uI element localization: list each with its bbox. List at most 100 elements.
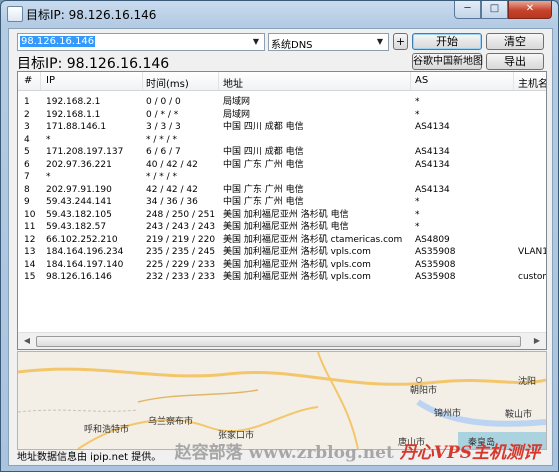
- scroll-left-icon[interactable]: ◀: [19, 334, 35, 348]
- horizontal-scrollbar[interactable]: ◀ ▶: [18, 332, 546, 349]
- map-label-wulanchabu: 乌兰察布市: [148, 417, 194, 427]
- table-row[interactable]: 10 59.43.182.105 248 / 250 / 251 美国 加利福尼亚州 …: [18, 209, 546, 221]
- cell-location: 美国 加利福尼亚州 洛杉矶 vpls.com: [223, 259, 371, 270]
- column-number[interactable]: #: [24, 75, 32, 86]
- ip-dropdown-icon[interactable]: ▼: [249, 35, 263, 49]
- table-row[interactable]: 8 202.97.91.190 42 / 42 / 42 中国 广东 广州 电信 AS4…: [18, 184, 546, 196]
- cell-number: 5: [24, 147, 30, 157]
- cell-hostname: VLAN10: [518, 247, 546, 257]
- cell-ip: 98.126.16.146: [46, 272, 112, 282]
- cell-location: 局域网: [223, 109, 251, 120]
- cell-location: 美国 加利福尼亚州 洛杉矶 vpls.com: [223, 247, 371, 257]
- scroll-thumb[interactable]: [36, 336, 521, 347]
- google-map-button[interactable]: 谷歌中国新地图: [412, 53, 483, 70]
- trace-results-table[interactable]: # IP 时间(ms) 地址 AS 主机名 1 192.168.2.1 0 / 0 …: [17, 71, 547, 350]
- map-label-jinzhou: 锦州市: [434, 409, 462, 419]
- map-label-chaoyang: 朝阳市: [410, 386, 438, 396]
- cell-ip: 184.164.196.234: [46, 247, 124, 257]
- start-button[interactable]: 开始: [412, 33, 482, 50]
- table-header: # IP 时间(ms) 地址 AS 主机名: [18, 72, 546, 91]
- table-row[interactable]: 5 171.208.197.137 6 / 6 / 7 中国 四川 成都 电信 AS41…: [18, 146, 546, 158]
- app-icon: [7, 6, 23, 22]
- clear-button[interactable]: 清空: [486, 33, 544, 50]
- column-hostname[interactable]: 主机名: [518, 75, 546, 90]
- map-label-shenyang: 沈阳: [518, 377, 537, 387]
- table-row[interactable]: 14 184.164.197.140 225 / 229 / 233 美国 加利福尼亚…: [18, 259, 546, 271]
- cell-location: 局域网: [223, 97, 251, 107]
- cell-number: 3: [24, 122, 30, 132]
- cell-as: *: [415, 197, 420, 207]
- cell-location: 美国 加利福尼亚州 洛杉矶 电信: [223, 209, 349, 220]
- table-row[interactable]: 6 202.97.36.221 40 / 42 / 42 中国 广东 广州 电信 AS4…: [18, 159, 546, 171]
- watermark-part-b: 丹心VPS主机测评: [399, 443, 540, 463]
- table-row[interactable]: 11 59.43.182.57 243 / 243 / 243 美国 加利福尼亚州 洛…: [18, 221, 546, 233]
- dns-dropdown-icon[interactable]: ▼: [373, 35, 387, 49]
- cell-number: 6: [24, 159, 30, 170]
- table-row[interactable]: 13 184.164.196.234 235 / 235 / 245 美国 加利福尼亚…: [18, 246, 546, 258]
- cell-hostname: custome: [518, 272, 546, 282]
- export-button[interactable]: 导出: [486, 53, 544, 70]
- cell-as: *: [415, 109, 420, 120]
- cell-as: AS4134: [415, 122, 450, 132]
- status-bar-text: 地址数据信息由 ipip.net 提供。: [17, 452, 162, 463]
- column-ip[interactable]: IP: [46, 75, 55, 86]
- cell-ip: 171.88.146.1: [46, 122, 107, 132]
- cell-time: 235 / 235 / 245: [146, 247, 216, 257]
- cell-time: 232 / 233 / 233: [146, 272, 216, 282]
- cell-location: 美国 加利福尼亚州 洛杉矶 ctamericas.com: [223, 234, 403, 245]
- cell-location: 美国 加利福尼亚州 洛杉矶 电信: [223, 222, 349, 232]
- cell-as: AS35908: [415, 247, 456, 257]
- cell-as: AS35908: [415, 272, 456, 282]
- cell-time: 0 / * / *: [146, 109, 179, 120]
- column-location[interactable]: 地址: [223, 75, 243, 90]
- cell-number: 7: [24, 172, 30, 182]
- table-row[interactable]: 3 171.88.146.1 3 / 3 / 3 中国 四川 成都 电信 AS4134: [18, 121, 546, 133]
- table-row[interactable]: 1 192.168.2.1 0 / 0 / 0 局域网 *: [18, 96, 546, 108]
- cell-ip: 192.168.1.1: [46, 109, 101, 120]
- cell-time: 40 / 42 / 42: [146, 159, 198, 170]
- table-row[interactable]: 15 98.126.16.146 232 / 233 / 233 美国 加利福尼亚州 …: [18, 271, 546, 283]
- cell-ip: 66.102.252.210: [46, 234, 118, 245]
- column-as[interactable]: AS: [415, 75, 428, 86]
- table-row[interactable]: 2 192.168.1.1 0 / * / * 局域网 *: [18, 109, 546, 121]
- minimize-button[interactable]: ─: [454, 1, 481, 19]
- cell-time: 248 / 250 / 251: [146, 209, 216, 220]
- cell-ip: 59.43.182.105: [46, 209, 112, 220]
- cell-as: AS4809: [415, 234, 450, 245]
- cell-location: 中国 广东 广州 电信: [223, 159, 304, 170]
- column-time[interactable]: 时间(ms): [146, 75, 189, 90]
- cell-as: *: [415, 97, 420, 107]
- cell-ip: *: [46, 134, 51, 145]
- cell-time: 0 / 0 / 0: [146, 97, 181, 107]
- cell-time: 243 / 243 / 243: [146, 222, 216, 232]
- dns-select-value: 系统DNS: [271, 40, 313, 51]
- table-row[interactable]: 12 66.102.252.210 219 / 219 / 220 美国 加利福尼亚州…: [18, 234, 546, 246]
- table-row[interactable]: 7 * * / * / *: [18, 171, 546, 183]
- dns-select[interactable]: 系统DNS ▼: [268, 33, 389, 51]
- window-title: 目标IP: 98.126.16.146: [26, 8, 157, 22]
- ip-input-value: 98.126.16.146: [20, 36, 96, 47]
- target-ip-label: 目标IP: 98.126.16.146: [17, 56, 170, 72]
- cell-ip: 192.168.2.1: [46, 97, 101, 107]
- window-controls: ─ □ ✕: [454, 1, 552, 19]
- table-row[interactable]: 9 59.43.244.141 34 / 36 / 36 中国 广东 广州 电信 *: [18, 196, 546, 208]
- close-button[interactable]: ✕: [508, 1, 552, 19]
- cell-time: 3 / 3 / 3: [146, 122, 181, 132]
- app-window: 目标IP: 98.126.16.146 ─ □ ✕ 98.126.16.146 …: [0, 0, 559, 472]
- route-map[interactable]: 朝阳市 沈阳 锦州市 鞍山市 乌兰察布市 呼和浩特市 张家口市 唐山市 秦皇岛: [17, 351, 547, 450]
- cell-location: 中国 广东 广州 电信: [223, 184, 304, 195]
- scroll-right-icon[interactable]: ▶: [529, 334, 545, 348]
- cell-ip: 202.97.36.221: [46, 159, 112, 170]
- cell-number: 15: [24, 272, 36, 282]
- map-label-anshan: 鞍山市: [505, 410, 533, 420]
- cell-ip: 171.208.197.137: [46, 147, 124, 157]
- ip-input[interactable]: 98.126.16.146 ▼: [17, 33, 265, 51]
- add-dns-button[interactable]: +: [393, 33, 408, 50]
- maximize-button[interactable]: □: [481, 1, 508, 19]
- table-row[interactable]: 4 * * / * / *: [18, 134, 546, 146]
- watermark-part-a: 赵容部落 www.zrblog.net: [174, 443, 394, 463]
- cell-as: AS35908: [415, 259, 456, 270]
- cell-location: 中国 四川 成都 电信: [223, 122, 304, 132]
- cell-as: *: [415, 222, 420, 232]
- cell-ip: 184.164.197.140: [46, 259, 124, 270]
